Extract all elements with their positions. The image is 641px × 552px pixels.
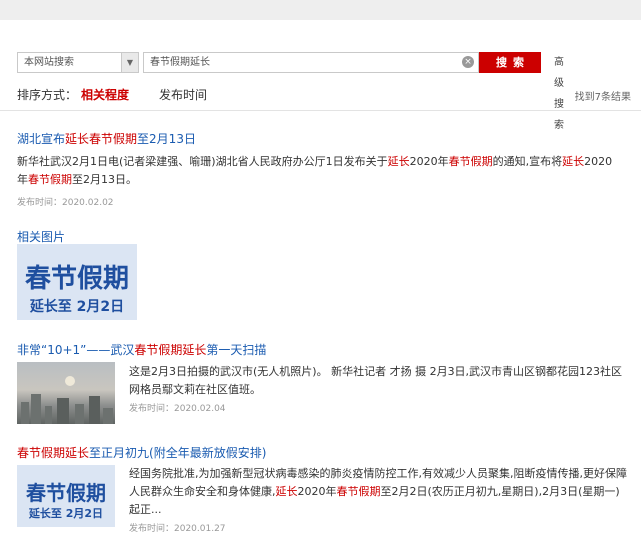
highlight-text: 春节假期延长 [17,446,90,460]
result-body: 这是2月3日拍摄的武汉市(无人机照片)。 新华社记者 才扬 摄 2月3日,武汉市… [129,363,629,414]
highlight-text: 春节假期 [336,485,381,498]
sun-decoration [65,376,75,386]
related-pictures-link[interactable]: 相关图片 [17,228,65,245]
search-query-value: 春节假期延长 [150,57,210,68]
highlight-text: 春节假期 [28,173,72,186]
highlight-text: 延长 [65,132,90,146]
title-text: 第一天扫描 [206,343,267,357]
highlight-text: 延长 [275,485,298,498]
sort-by-relevance[interactable]: 相关程度 [81,86,129,103]
result-thumbnail[interactable] [17,362,115,424]
building-shape [75,404,84,424]
clear-icon[interactable]: × [462,56,474,68]
search-button[interactable]: 搜索 [479,52,541,73]
snippet-text: 2020年 [409,155,449,168]
top-bar [0,0,641,20]
sort-by-time[interactable]: 发布时间 [159,86,207,103]
snippet-text: 至2月13日。 [72,173,137,186]
banner-title: 春节假期 [26,481,106,505]
result-snippet: 新华社武汉2月1日电(记者梁建强、喻珊)湖北省人民政府办公厅1日发布关于延长20… [17,153,617,189]
result-title-link[interactable]: 湖北宣布延长春节假期至2月13日 [17,130,617,147]
search-input[interactable]: 春节假期延长 × [143,52,479,73]
building-shape [103,408,113,424]
highlight-text: 延长 [562,155,585,168]
banner-subtitle: 延长至 2月2日 [28,507,104,520]
divider [0,110,641,111]
sort-label: 排序方式： [17,88,78,102]
result-thumbnail[interactable]: 春节假期 延长至 2月2日 [17,465,115,527]
highlight-text: 春节假期 [89,132,138,146]
title-text: 非常“10+1”——武汉 [17,343,135,357]
chevron-down-icon[interactable]: ▼ [121,53,138,72]
building-shape [89,396,100,424]
result-title-link[interactable]: 春节假期延长至正月初九(附全年最新放假安排) [17,444,266,461]
result-body: 经国务院批准,为加强新型冠状病毒感染的肺炎疫情防控工作,有效减少人员聚集,阻断疫… [129,465,629,534]
result-date: 发布时间：2020.02.02 [17,198,114,208]
snippet-text: 2020年 [297,485,337,498]
building-shape [45,406,52,424]
result-date: 发布时间：2020.01.27 [129,524,226,534]
title-text: 至2月13日 [137,132,196,146]
search-result: 湖北宣布延长春节假期至2月13日 新华社武汉2月1日电(记者梁建强、喻珊)湖北省… [17,130,617,208]
building-shape [57,398,69,424]
highlight-text: 春节假期延长 [134,343,207,357]
building-shape [31,394,41,424]
sort-bar: 排序方式： 相关程度 发布时间 找到7条结果 [17,86,631,108]
result-snippet: 经国务院批准,为加强新型冠状病毒感染的肺炎疫情防控工作,有效减少人员聚集,阻断疫… [129,465,629,519]
result-count: 找到7条结果 [574,92,631,103]
result-snippet: 这是2月3日拍摄的武汉市(无人机照片)。 新华社记者 才扬 摄 2月3日,武汉市… [129,365,623,396]
result-date: 发布时间：2020.02.04 [129,404,226,414]
title-text: 至正月初九(附全年最新放假安排) [89,446,267,460]
highlight-text: 春节假期 [448,155,493,168]
building-shape [21,402,29,424]
result-title-link[interactable]: 非常“10+1”——武汉春节假期延长第一天扫描 [17,341,266,358]
highlight-text: 延长 [387,155,410,168]
banner-title: 春节假期 [24,264,129,294]
search-scope-value: 本网站搜索 [24,57,74,68]
title-text: 湖北宣布 [17,132,66,146]
snippet-text: 的通知,宣布将 [492,155,563,168]
related-picture-thumbnail[interactable]: 春节假期 延长至 2月2日 [17,244,137,320]
search-scope-select[interactable]: 本网站搜索 ▼ [17,52,139,73]
banner-subtitle: 延长至 2月2日 [29,299,125,315]
snippet-text: 新华社武汉2月1日电(记者梁建强、喻珊)湖北省人民政府办公厅1日发布关于 [17,155,388,168]
